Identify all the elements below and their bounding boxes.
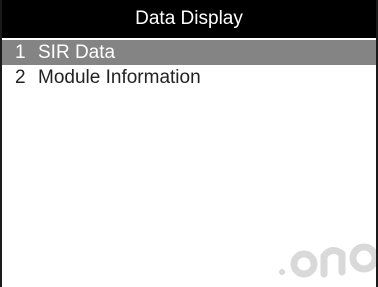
menu-item-number: 1 [15,42,26,63]
watermark-logo [279,243,378,278]
menu-item-label: SIR Data [38,42,116,63]
screen-title: Data Display [135,8,243,29]
menu-item-number: 2 [15,67,26,88]
menu-item-label: Module Information [38,67,201,88]
menu-list: 1 SIR Data 2 Module Information [2,40,376,90]
device-screen: Data Display 1 SIR Data 2 Module Informa… [0,0,378,287]
menu-item-sir-data[interactable]: 1 SIR Data [2,40,376,65]
screen-title-bar: Data Display [2,0,376,38]
menu-item-module-information[interactable]: 2 Module Information [2,65,376,90]
